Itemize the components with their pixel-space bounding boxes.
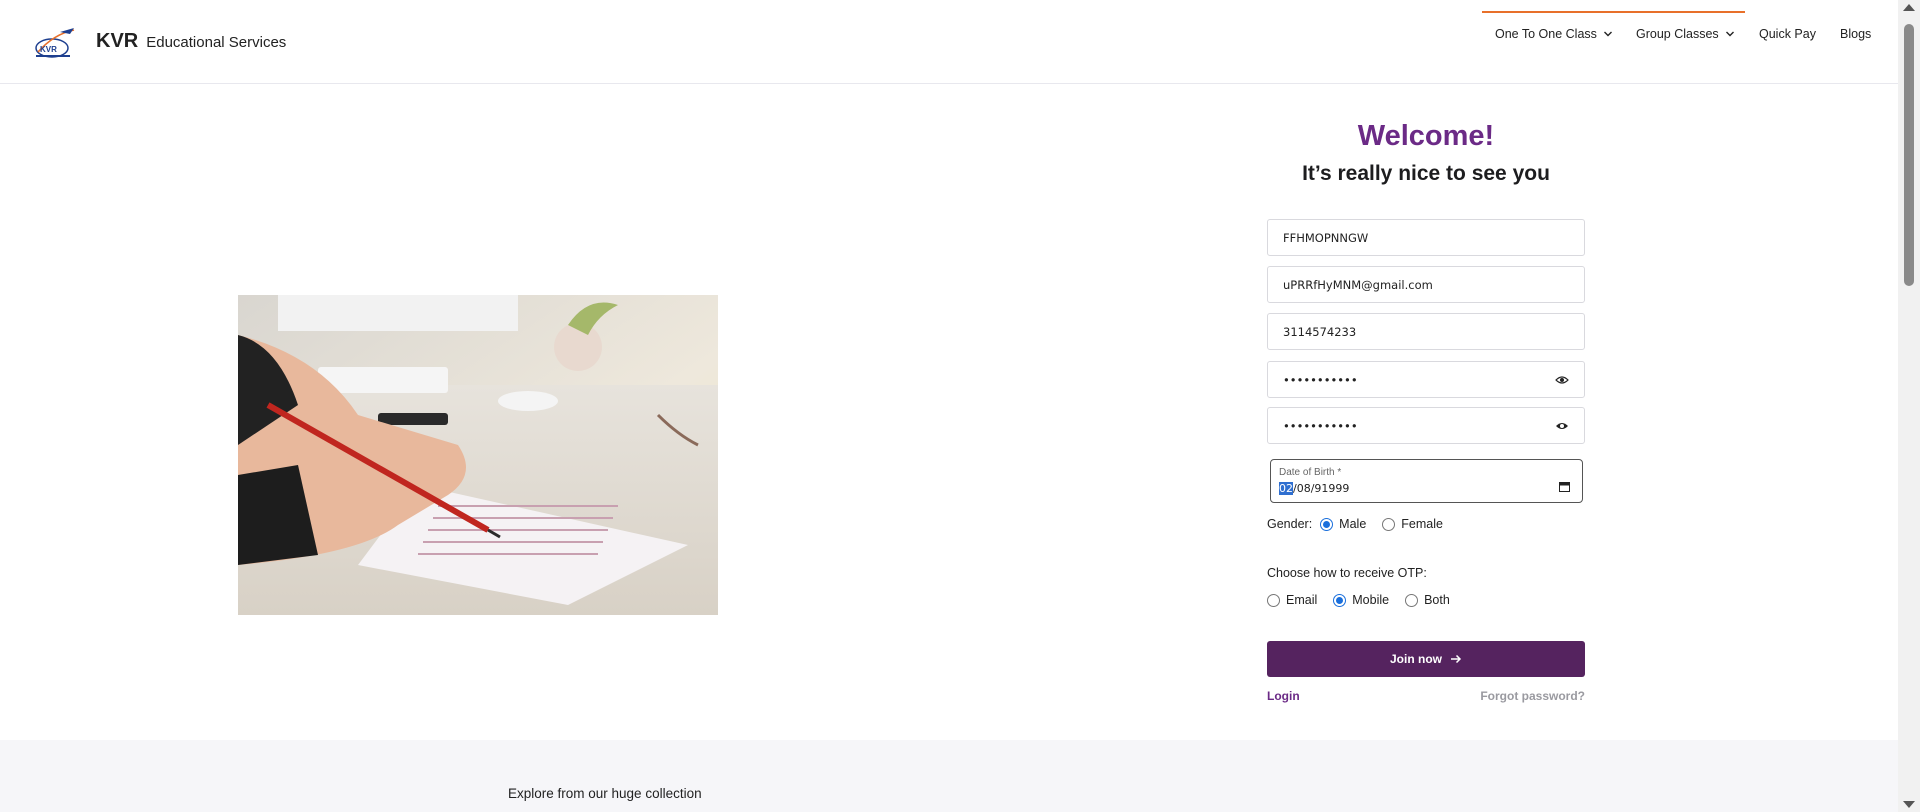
password-field[interactable]: ••••••••••• bbox=[1267, 361, 1585, 398]
hero-image bbox=[238, 295, 718, 615]
name-field[interactable]: FFHMOPNNGW bbox=[1267, 219, 1585, 256]
password-value: ••••••••••• bbox=[1283, 372, 1358, 387]
confirm-password-field[interactable]: ••••••••••• bbox=[1267, 407, 1585, 444]
page-scrollbar[interactable] bbox=[1898, 0, 1920, 812]
phone-field[interactable]: 3114574233 bbox=[1267, 313, 1585, 350]
nav-quick-pay[interactable]: Quick Pay bbox=[1759, 27, 1816, 41]
gender-group: Gender: Male Female bbox=[1267, 517, 1459, 531]
otp-both-label: Both bbox=[1424, 593, 1450, 607]
brand[interactable]: KVR Educational Services bbox=[96, 30, 286, 53]
radio-icon[interactable] bbox=[1405, 593, 1419, 607]
explore-text: Explore from our huge collection bbox=[508, 786, 702, 801]
kvr-logo-icon[interactable]: KVR bbox=[30, 24, 78, 62]
gender-male-option[interactable]: Male bbox=[1320, 517, 1366, 531]
chevron-down-icon bbox=[1725, 31, 1734, 37]
otp-mobile-label: Mobile bbox=[1352, 593, 1390, 607]
welcome-heading: Welcome! bbox=[1357, 120, 1495, 152]
radio-icon[interactable] bbox=[1267, 593, 1280, 607]
gender-female-option[interactable]: Female bbox=[1382, 517, 1443, 531]
email-value: uPRRfHyMNM@gmail.com bbox=[1283, 277, 1433, 292]
radio-icon[interactable] bbox=[1382, 517, 1396, 531]
gender-female-label: Female bbox=[1401, 517, 1443, 531]
brand-name: KVR bbox=[96, 30, 139, 52]
scroll-down-arrow-icon[interactable] bbox=[1903, 801, 1915, 808]
dob-day-selected: 02 bbox=[1279, 482, 1293, 495]
radio-selected-icon[interactable] bbox=[1333, 593, 1347, 607]
arrow-right-icon bbox=[1451, 654, 1462, 664]
nav-label: Quick Pay bbox=[1759, 27, 1816, 41]
eye-icon[interactable] bbox=[1555, 421, 1569, 431]
brand-tagline: Educational Services bbox=[146, 34, 287, 51]
confirm-password-value: ••••••••••• bbox=[1283, 418, 1358, 433]
dob-value-rest: /08/91999 bbox=[1293, 482, 1350, 495]
nav-blogs[interactable]: Blogs bbox=[1840, 27, 1871, 41]
nav-active-indicator bbox=[1482, 11, 1745, 13]
otp-label: Choose how to receive OTP: bbox=[1267, 566, 1427, 580]
eye-icon[interactable] bbox=[1555, 375, 1569, 385]
forgot-password-link[interactable]: Forgot password? bbox=[1440, 689, 1585, 703]
scroll-thumb[interactable] bbox=[1904, 24, 1914, 286]
page: KVR KVR Educational Services One To One … bbox=[0, 0, 1920, 812]
chevron-down-icon bbox=[1603, 31, 1612, 37]
svg-text:KVR: KVR bbox=[40, 45, 57, 54]
phone-value: 3114574233 bbox=[1283, 324, 1357, 339]
top-header: KVR KVR Educational Services One To One … bbox=[0, 0, 1898, 84]
scroll-up-arrow-icon[interactable] bbox=[1903, 4, 1915, 11]
dob-value: 02/08/91999 bbox=[1279, 482, 1349, 495]
otp-group: Email Mobile Both bbox=[1267, 593, 1466, 607]
join-now-button[interactable]: Join now bbox=[1267, 641, 1585, 677]
student-writing-image bbox=[238, 295, 718, 615]
gender-male-label: Male bbox=[1339, 517, 1367, 531]
otp-email-label: Email bbox=[1286, 593, 1318, 607]
gender-label: Gender: bbox=[1267, 517, 1313, 531]
nav-label: Blogs bbox=[1840, 27, 1872, 41]
calendar-icon[interactable] bbox=[1559, 481, 1570, 492]
nav-one-to-one-class[interactable]: One To One Class bbox=[1495, 27, 1613, 41]
nav-label: One To One Class bbox=[1495, 27, 1597, 41]
nav-group-classes[interactable]: Group Classes bbox=[1636, 27, 1735, 41]
otp-mobile-option[interactable]: Mobile bbox=[1333, 593, 1389, 607]
date-of-birth-field[interactable]: Date of Birth * 02/08/91999 bbox=[1270, 459, 1583, 503]
name-value: FFHMOPNNGW bbox=[1283, 230, 1369, 245]
otp-both-option[interactable]: Both bbox=[1405, 593, 1450, 607]
dob-label: Date of Birth * bbox=[1279, 467, 1342, 478]
login-link[interactable]: Login bbox=[1267, 689, 1300, 703]
otp-email-option[interactable]: Email bbox=[1267, 593, 1317, 607]
radio-selected-icon[interactable] bbox=[1320, 517, 1334, 531]
explore-section bbox=[0, 740, 1898, 812]
nav-label: Group Classes bbox=[1636, 27, 1719, 41]
welcome-subtitle: It’s really nice to see you bbox=[1302, 162, 1550, 185]
email-field[interactable]: uPRRfHyMNM@gmail.com bbox=[1267, 266, 1585, 303]
join-now-label: Join now bbox=[1390, 652, 1442, 666]
